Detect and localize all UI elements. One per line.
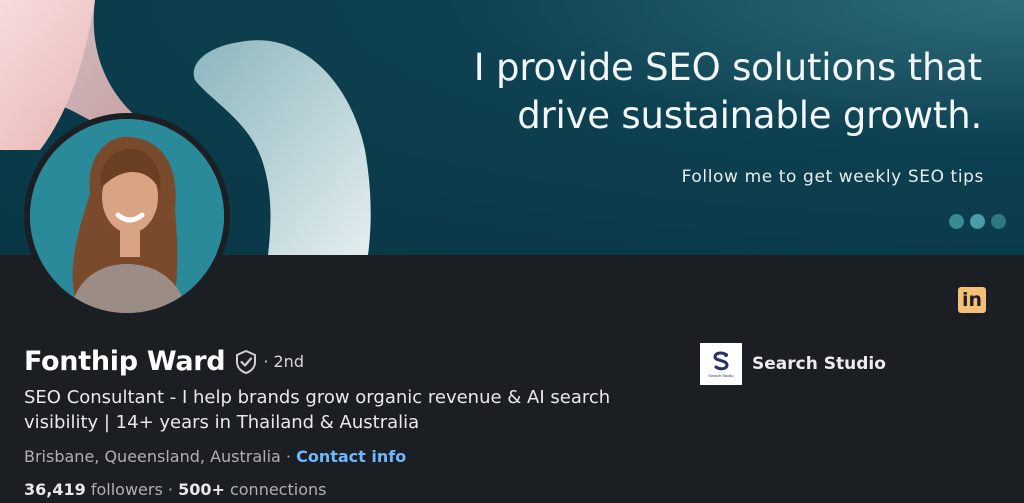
verified-shield-icon[interactable]: [235, 349, 257, 374]
banner-headline: I provide SEO solutions that drive susta…: [474, 44, 982, 140]
profile-location: Brisbane, Queensland, Australia: [24, 447, 281, 466]
profile-name-row: Fonthip Ward · 2nd: [24, 346, 304, 377]
connections-label: connections: [229, 480, 327, 499]
stats-separator: ·: [162, 480, 179, 499]
connection-degree: · 2nd: [263, 352, 304, 371]
banner-headline-line2: drive sustainable growth.: [517, 94, 982, 137]
location-row: Brisbane, Queensland, Australia · Contac…: [24, 447, 406, 466]
location-separator: ·: [280, 447, 297, 466]
current-company[interactable]: Search Studio Search Studio: [700, 343, 886, 385]
company-name: Search Studio: [752, 354, 886, 374]
banner-dot: [970, 214, 985, 229]
profile-headline: SEO Consultant - I help brands grow orga…: [24, 387, 611, 433]
profile-name: Fonthip Ward: [24, 346, 226, 377]
banner-dot: [991, 214, 1006, 229]
followers-link[interactable]: 36,419 followers: [24, 480, 163, 499]
profile-avatar[interactable]: [24, 113, 230, 319]
company-logo: Search Studio: [700, 343, 742, 385]
contact-info-link[interactable]: Contact info: [296, 447, 406, 466]
followers-label: followers: [90, 480, 163, 499]
connections-count: 500+: [178, 480, 225, 499]
banner-subline: Follow me to get weekly SEO tips: [681, 167, 984, 187]
linkedin-icon[interactable]: in: [958, 287, 986, 313]
company-logo-mark: [713, 351, 729, 370]
followers-count: 36,419: [24, 480, 86, 499]
avatar-image: [30, 119, 224, 313]
banner-headline-line1: I provide SEO solutions that: [473, 46, 982, 89]
banner-dots: [949, 214, 1006, 229]
banner-dot: [949, 214, 964, 229]
stats-row: 36,419 followers · 500+ connections: [24, 480, 326, 499]
company-logo-caption: Search Studio: [708, 372, 734, 378]
connections-link[interactable]: 500+ connections: [178, 480, 326, 499]
avatar-photo: [30, 119, 224, 313]
